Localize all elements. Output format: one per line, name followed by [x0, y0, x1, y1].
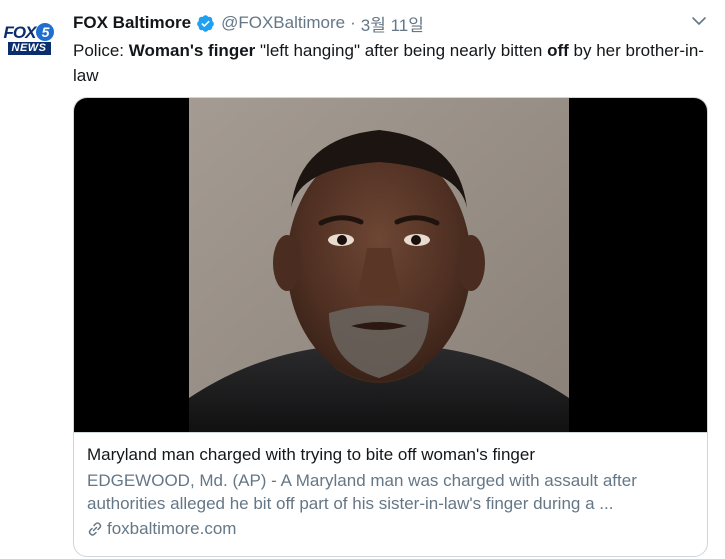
- card-domain[interactable]: foxbaltimore.com: [87, 518, 693, 540]
- card-description: EDGEWOOD, Md. (AP) - A Maryland man was …: [87, 471, 637, 513]
- chevron-down-icon[interactable]: [690, 12, 708, 30]
- logo-five-text: 5: [36, 23, 55, 41]
- link-icon: [87, 521, 103, 537]
- card-image[interactable]: [74, 98, 707, 432]
- tweet-text-bold: Woman's finger: [128, 41, 256, 60]
- avatar[interactable]: FOX 5 NEWS: [3, 13, 55, 65]
- mugshot-photo: [189, 98, 569, 432]
- separator-dot: ·: [350, 13, 356, 32]
- fox45-news-logo: FOX 5 NEWS: [3, 13, 55, 65]
- tweet-text-part: Police:: [73, 41, 129, 60]
- tweet-date[interactable]: 3월 11일: [361, 11, 424, 36]
- tweet-text-bold: off: [547, 41, 569, 60]
- card-body[interactable]: Maryland man charged with trying to bite…: [74, 432, 707, 556]
- tweet-header: FOX Baltimore @FOXBaltimore · 3월 11일: [73, 11, 424, 35]
- tweet-text-part: "left hanging" after being nearly bitten: [255, 41, 548, 60]
- card-domain-text[interactable]: foxbaltimore.com: [107, 518, 236, 540]
- tweet-text: Police: Woman's finger "left hanging" af…: [73, 38, 713, 88]
- card-title[interactable]: Maryland man charged with trying to bite…: [87, 444, 693, 466]
- verified-badge-icon: [196, 14, 215, 33]
- link-preview-card[interactable]: Maryland man charged with trying to bite…: [73, 97, 708, 557]
- logo-fox-text: FOX: [3, 22, 37, 42]
- logo-news-text: NEWS: [7, 42, 51, 55]
- author-handle[interactable]: @FOXBaltimore: [221, 13, 345, 33]
- author-name[interactable]: FOX Baltimore: [73, 13, 191, 33]
